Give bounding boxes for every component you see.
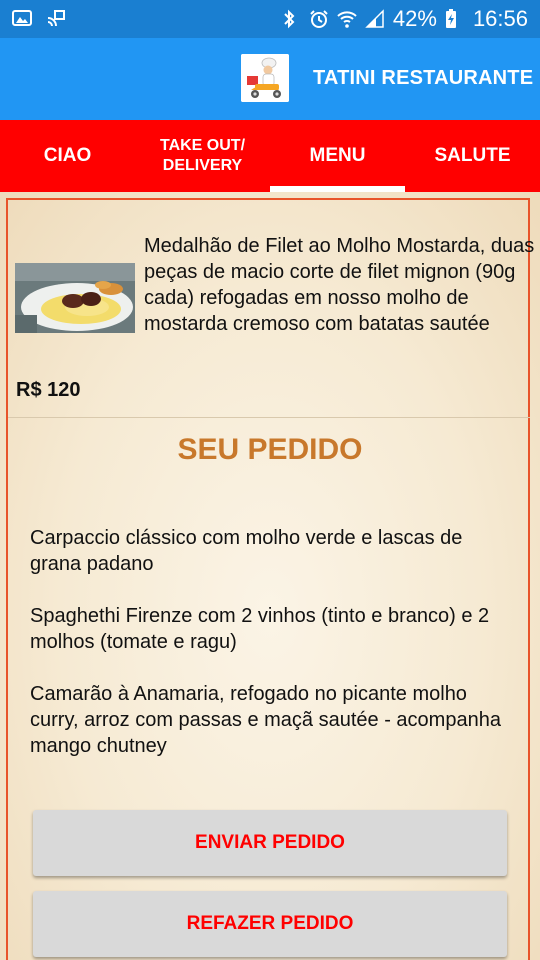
divider	[8, 417, 530, 418]
app-screen: 42% 16:56 TATINI RESTAURANTE CIAO TAKE O…	[0, 0, 540, 960]
dish-price: R$ 120	[16, 379, 81, 401]
tab-salute[interactable]: SALUTE	[405, 120, 540, 192]
signal-icon	[365, 9, 385, 29]
tab-label: TAKE OUT/ DELIVERY	[159, 137, 246, 174]
wifi-icon	[337, 9, 357, 29]
tab-take-out-delivery[interactable]: TAKE OUT/ DELIVERY	[135, 120, 270, 192]
battery-charging-icon	[445, 9, 465, 29]
dish-photo	[15, 263, 135, 333]
tab-menu[interactable]: MENU	[270, 120, 405, 192]
status-bar: 42% 16:56	[0, 0, 540, 38]
alarm-icon	[309, 9, 329, 29]
order-section-title: SEU PEDIDO	[177, 433, 363, 466]
redo-order-button[interactable]: REFAZER PEDIDO	[33, 891, 507, 957]
tab-bar: CIAO TAKE OUT/ DELIVERY MENU SALUTE	[0, 120, 540, 192]
tab-label: SALUTE	[434, 145, 511, 166]
tab-label: MENU	[309, 145, 366, 166]
cast-icon	[46, 8, 66, 28]
send-order-button[interactable]: ENVIAR PEDIDO	[33, 810, 507, 876]
order-item: Camarão à Anamaria, refogado no picante …	[30, 683, 501, 757]
gallery-icon	[12, 8, 32, 28]
tab-label: CIAO	[43, 145, 92, 166]
restaurant-logo	[241, 54, 289, 102]
order-item: Carpaccio clássico com molho verde e las…	[30, 527, 463, 575]
dish-description: Medalhão de Filet ao Molho Mostarda, dua…	[144, 235, 535, 335]
order-item: Spaghethi Firenze com 2 vinhos (tinto e …	[30, 605, 490, 653]
bluetooth-icon	[281, 9, 301, 29]
tab-ciao[interactable]: CIAO	[0, 120, 135, 192]
battery-percent: 42%	[392, 6, 437, 31]
clock: 16:56	[472, 6, 528, 31]
app-title: TATINI RESTAURANTE	[313, 67, 534, 89]
app-bar: TATINI RESTAURANTE	[0, 38, 540, 120]
